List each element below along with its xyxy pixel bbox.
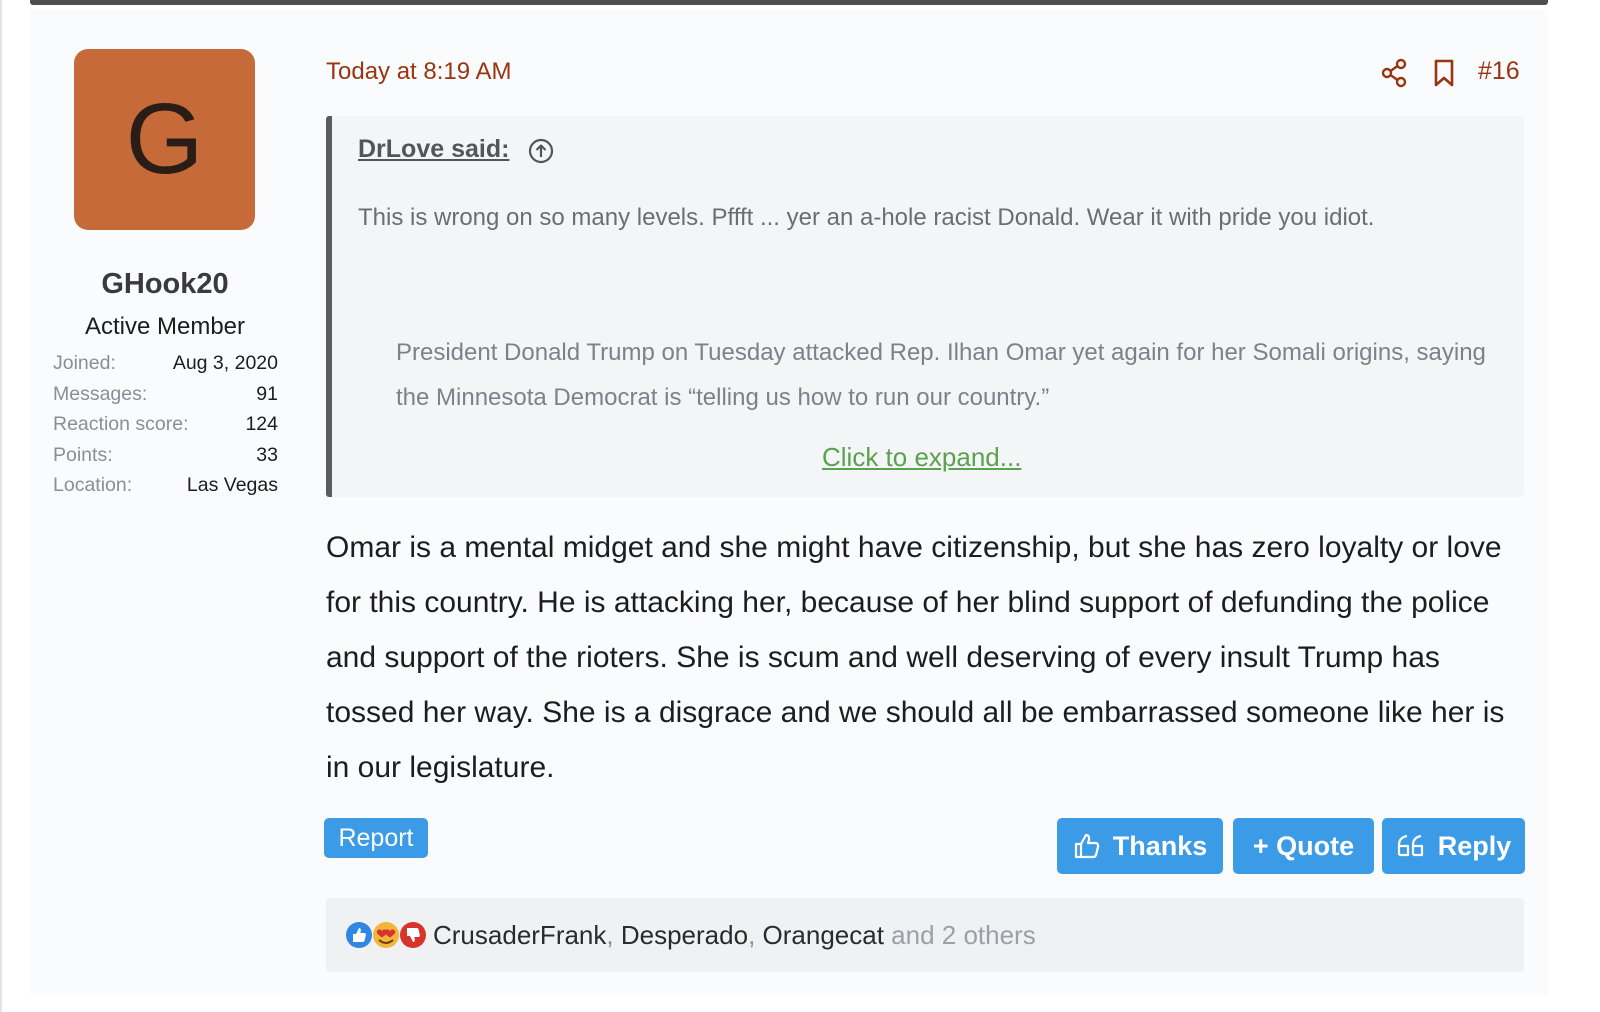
share-icon[interactable] [1380,58,1408,88]
stat-value: Aug 3, 2020 [172,352,278,374]
avatar[interactable]: G [74,49,255,230]
report-button[interactable]: Report [324,818,428,858]
quote-label: + Quote [1252,830,1355,861]
stat-reaction-score: Reaction score: 124 [53,413,278,444]
quote-marks-icon [1397,834,1423,857]
reaction-separator: , [606,920,621,950]
stat-messages: Messages: 91 [53,383,278,414]
love-reaction-icon [373,922,399,948]
jump-to-quote-icon[interactable] [528,138,554,164]
post-timestamp[interactable]: Today at 8:19 AM [326,58,511,86]
quote-block [326,116,1524,497]
reaction-user[interactable]: CrusaderFrank [433,920,606,950]
quote-text: This is wrong on so many levels. Pffft .… [358,204,1375,231]
stat-joined: Joined: Aug 3, 2020 [53,352,278,383]
reaction-separator: , [748,920,763,950]
like-reaction-icon [346,922,372,948]
stat-value: 124 [245,413,278,435]
stat-value: 33 [256,443,278,466]
reactions-list[interactable]: CrusaderFrank, Desperado, Orangecat and … [433,916,1036,954]
stat-points: Points: 33 [53,444,278,475]
top-bar [30,0,1548,5]
user-title: Active Member [84,313,246,340]
reaction-others-link[interactable]: and 2 others [891,920,1036,950]
reaction-icons [346,922,426,948]
quote-button[interactable]: + Quote [1233,818,1374,874]
stat-value: Las Vegas [186,474,278,496]
thumbs-up-icon [1074,833,1099,859]
quote-author-link[interactable]: DrLove said: [358,135,509,164]
username[interactable]: GHook20 [40,268,290,301]
thanks-label: Thanks [1112,830,1208,861]
post-number[interactable]: #16 [1478,57,1520,86]
reply-label: Reply [1437,830,1512,861]
click-to-expand-link[interactable]: Click to expand... [822,442,1021,473]
page-left-border [0,0,2,1012]
reaction-user[interactable]: Orangecat [763,920,884,950]
thanks-button[interactable]: Thanks [1057,818,1223,874]
reaction-user[interactable]: Desperado [621,920,748,950]
stat-label: Joined: [53,352,116,374]
post-message: Omar is a mental midget and she might ha… [326,531,1505,784]
stat-label: Points: [53,443,113,466]
nested-quote-text: President Donald Trump on Tuesday attack… [396,339,1486,411]
dislike-reaction-icon [400,922,426,948]
avatar-letter: G [125,83,204,195]
stat-label: Reaction score: [53,413,189,435]
reactions-bar[interactable]: CrusaderFrank, Desperado, Orangecat and … [326,898,1524,972]
stat-value: 91 [256,382,278,405]
stat-label: Location: [53,474,133,496]
reply-button[interactable]: Reply [1382,818,1525,874]
user-stats: Joined: Aug 3, 2020 Messages: 91 Reactio… [53,352,278,505]
stat-location: Location: Las Vegas [53,474,278,505]
bookmark-icon[interactable] [1430,58,1458,88]
stat-label: Messages: [53,382,148,405]
